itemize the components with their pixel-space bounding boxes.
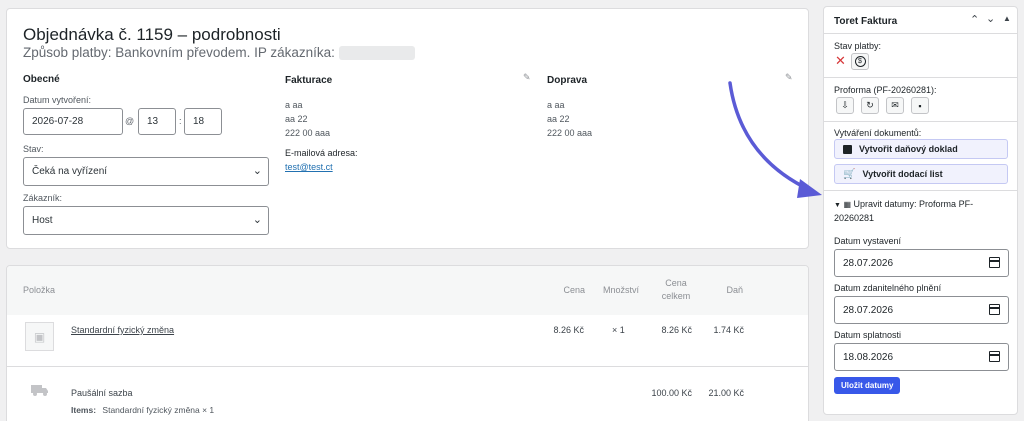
col-price: Cena (563, 285, 585, 295)
order-subtitle: Způsob platby: Bankovním převodem. IP zá… (23, 45, 415, 61)
col-item: Položka (23, 285, 56, 295)
col-tax: Daň (726, 285, 743, 295)
chevron-up-icon[interactable]: ⌃ (970, 13, 979, 26)
billing-line-1: a aa (285, 100, 303, 110)
taxable-date-input[interactable]: 28.07.2026 (834, 296, 1009, 324)
toret-faktura-panel: Toret Faktura ⌃ ⌄ ▲ Stav platby: ✕ $ Pro… (823, 6, 1018, 415)
shipping-items-label: Items: (71, 405, 97, 415)
save-dates-button[interactable]: Uložit datumy (834, 377, 901, 394)
minute-input[interactable]: 18 (184, 108, 222, 135)
document-icon (843, 144, 852, 154)
col-qty: Množství (602, 285, 639, 295)
status-label: Stav: (23, 144, 44, 154)
panel-divider (824, 33, 1017, 34)
panel-divider (824, 77, 1017, 78)
create-tax-document-button[interactable]: Vytvořit daňový doklad (834, 139, 1008, 159)
product-tax: 1.74 Kč (713, 325, 744, 335)
order-title: Objednávka č. 1159 – podrobnosti (23, 25, 281, 44)
product-thumbnail-placeholder-icon: ▣ (25, 322, 54, 351)
close-icon[interactable]: ✕ (835, 54, 846, 67)
shipping-total: 100.00 Kč (651, 388, 692, 398)
due-date-value: 18.08.2026 (843, 352, 894, 363)
email-icon[interactable]: ✉ (886, 97, 904, 114)
product-price: 8.26 Kč (553, 325, 584, 335)
proforma-label: Proforma (PF-20260281): (834, 85, 937, 95)
calendar-icon[interactable] (989, 257, 1000, 268)
col-total: Cena celkem (659, 277, 693, 303)
billing-email-link[interactable]: test@test.ct (285, 162, 333, 172)
issue-date-label: Datum vystavení (834, 236, 902, 246)
due-date-input[interactable]: 18.08.2026 (834, 343, 1009, 371)
panel-divider (824, 121, 1017, 122)
shipping-line-2: aa 22 (547, 114, 570, 124)
shipping-method-name: Paušální sazba (71, 388, 133, 398)
hour-input[interactable]: 13 (138, 108, 176, 135)
date-created-input[interactable]: 2026-07-28 (23, 108, 123, 135)
calendar-icon: ▦ (843, 200, 852, 209)
product-link[interactable]: Standardní fyzický změna (71, 325, 174, 335)
edit-billing-pencil-icon[interactable]: ✎ (523, 72, 531, 83)
chevron-down-icon[interactable]: ⌄ (986, 12, 995, 25)
customer-select[interactable]: Host ⌄ (23, 206, 269, 235)
create-tax-document-label: Vytvořit daňový doklad (859, 144, 958, 154)
at-sign: @ (125, 116, 135, 126)
taxable-date-value: 28.07.2026 (843, 305, 894, 316)
shipping-line-1: a aa (547, 100, 565, 110)
truck-icon (31, 383, 49, 396)
disclosure-triangle-icon: ▼ (834, 202, 841, 209)
panel-divider (824, 190, 1017, 191)
calendar-icon[interactable] (989, 351, 1000, 362)
customer-label: Zákazník: (23, 193, 63, 203)
customer-value: Host (32, 215, 53, 226)
refresh-icon[interactable]: ↻ (861, 97, 879, 114)
calendar-icon[interactable] (989, 304, 1000, 315)
shipping-heading: Doprava (547, 75, 588, 86)
billing-line-2: aa 22 (285, 114, 308, 124)
billing-line-3: 222 00 aaa (285, 128, 331, 138)
due-date-label: Datum splatnosti (834, 330, 902, 340)
issue-date-input[interactable]: 28.07.2026 (834, 249, 1009, 277)
billing-address: a aa aa 22 222 00 aaa (285, 98, 330, 140)
chevron-down-icon: ⌄ (252, 214, 262, 226)
product-total: 8.26 Kč (661, 325, 692, 335)
chevron-down-icon: ⌄ (252, 165, 262, 177)
shipping-items: Items: Standardní fyzický změna × 1 (71, 405, 214, 415)
items-divider (7, 366, 808, 367)
order-items-card: Položka Cena Množství Cena celkem Daň ▣ … (6, 265, 809, 421)
date-created-label: Datum vytvoření: (23, 95, 92, 105)
download-icon[interactable]: ⇩ (836, 97, 854, 114)
col-total-line-2: celkem (661, 291, 691, 301)
general-heading: Obecné (23, 74, 60, 85)
trash-icon[interactable]: ▪ (911, 97, 929, 114)
order-details-card: Objednávka č. 1159 – podrobnosti Způsob … (6, 8, 809, 249)
shipping-address: a aa aa 22 222 00 aaa (547, 98, 592, 140)
billing-email-label: E-mailová adresa: (285, 148, 358, 158)
collapse-triangle-icon[interactable]: ▲ (1003, 14, 1011, 23)
status-select[interactable]: Čeká na vyřízení ⌄ (23, 157, 269, 186)
shipping-items-value: Standardní fyzický změna × 1 (102, 405, 215, 415)
panel-title: Toret Faktura (834, 16, 898, 27)
order-subtitle-text: Způsob platby: Bankovním převodem. IP zá… (23, 45, 335, 60)
issue-date-value: 28.07.2026 (843, 258, 894, 269)
edit-dates-toggle[interactable]: ▼ ▦ Upravit datumy: Proforma PF-20260281 (834, 198, 1004, 225)
status-value: Čeká na vyřízení (32, 166, 108, 177)
create-delivery-note-button[interactable]: 🛒 Vytvořit dodací list (834, 164, 1008, 184)
time-colon: : (179, 116, 182, 126)
col-total-line-1: Cena (665, 278, 687, 288)
payment-status-label: Stav platby: (834, 41, 882, 51)
cart-icon: 🛒 (843, 168, 856, 180)
create-delivery-note-label: Vytvořit dodací list (862, 169, 943, 179)
annotation-arrow (728, 81, 822, 198)
edit-dates-label: Upravit datumy: Proforma PF-20260281 (834, 199, 974, 223)
customer-ip-redacted (338, 46, 415, 61)
billing-heading: Fakturace (285, 75, 333, 86)
shipping-tax: 21.00 Kč (708, 388, 744, 398)
shipping-line-3: 222 00 aaa (547, 128, 593, 138)
product-qty: × 1 (612, 325, 625, 335)
dollar-icon[interactable]: $ (851, 53, 869, 70)
documents-label: Vytváření dokumentů: (834, 128, 922, 138)
taxable-date-label: Datum zdanitelného plnění (834, 283, 942, 293)
